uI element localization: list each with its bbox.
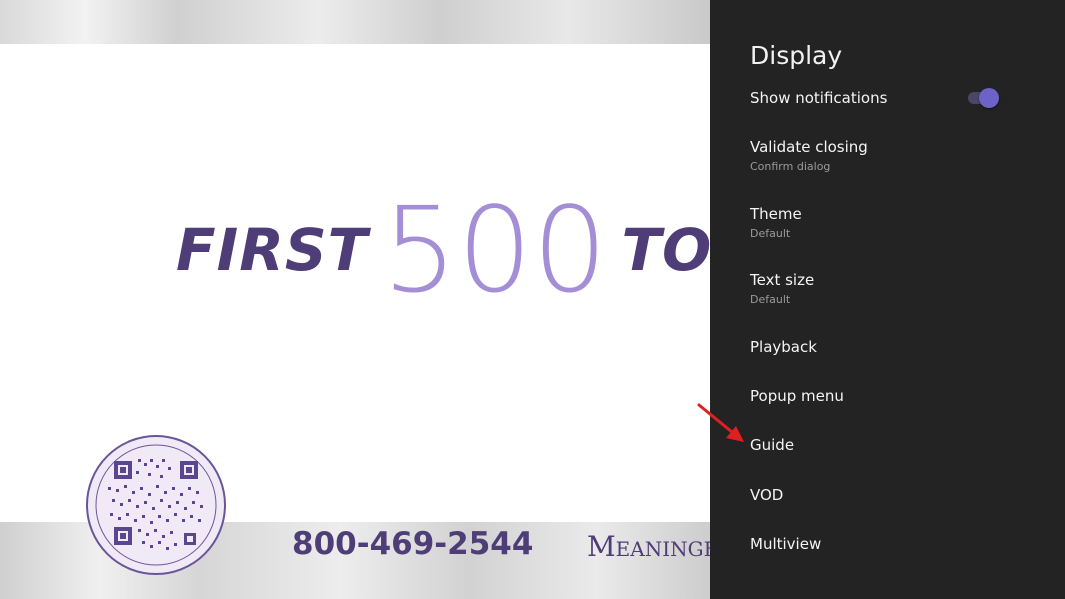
menu-item-vod[interactable]: VOD [750, 486, 1040, 504]
menu-item-multiview[interactable]: Multiview [750, 535, 1040, 553]
menu-item-sublabel: Confirm dialog [750, 160, 831, 173]
menu-item-label: Popup menu [750, 387, 844, 405]
menu-item-playback[interactable]: Playback [750, 338, 1040, 356]
menu-item-label: Guide [750, 436, 795, 454]
menu-item-label: Playback [750, 338, 817, 356]
menu-item-text-size[interactable]: Text size Default [750, 271, 1040, 306]
menu-item-guide[interactable]: Guide [750, 436, 1040, 454]
panel-title: Display [750, 41, 843, 70]
promo-headline: FIRST 500 TO C [176, 190, 710, 310]
video-background: FIRST 500 TO C [0, 0, 710, 599]
toggle-knob [979, 88, 999, 108]
brand-text: Meaningf [587, 530, 710, 563]
menu-item-sublabel: Default [750, 227, 791, 240]
menu-item-label: Text size [750, 271, 815, 289]
menu-item-label: VOD [750, 486, 784, 504]
headline-first: FIRST [176, 216, 369, 284]
menu-item-sublabel: Default [750, 293, 791, 306]
headline-to: TO C [621, 216, 710, 284]
phone-number: 800-469-2544 [292, 526, 534, 562]
menu-item-label: Theme [750, 205, 802, 223]
menu-item-popup-menu[interactable]: Popup menu [750, 387, 1040, 405]
settings-panel: Display Show notifications Validate clos… [710, 0, 1065, 599]
menu-item-label: Validate closing [750, 138, 868, 156]
headline-number: 500 [382, 181, 608, 319]
qr-code-seal-icon [86, 435, 226, 575]
menu-item-validate-closing[interactable]: Validate closing Confirm dialog [750, 138, 1040, 173]
menu-item-theme[interactable]: Theme Default [750, 205, 1040, 240]
menu-item-label: Multiview [750, 535, 822, 553]
notifications-toggle[interactable] [968, 88, 1000, 108]
red-arrow-icon [697, 403, 744, 442]
video-top-band [0, 0, 710, 44]
